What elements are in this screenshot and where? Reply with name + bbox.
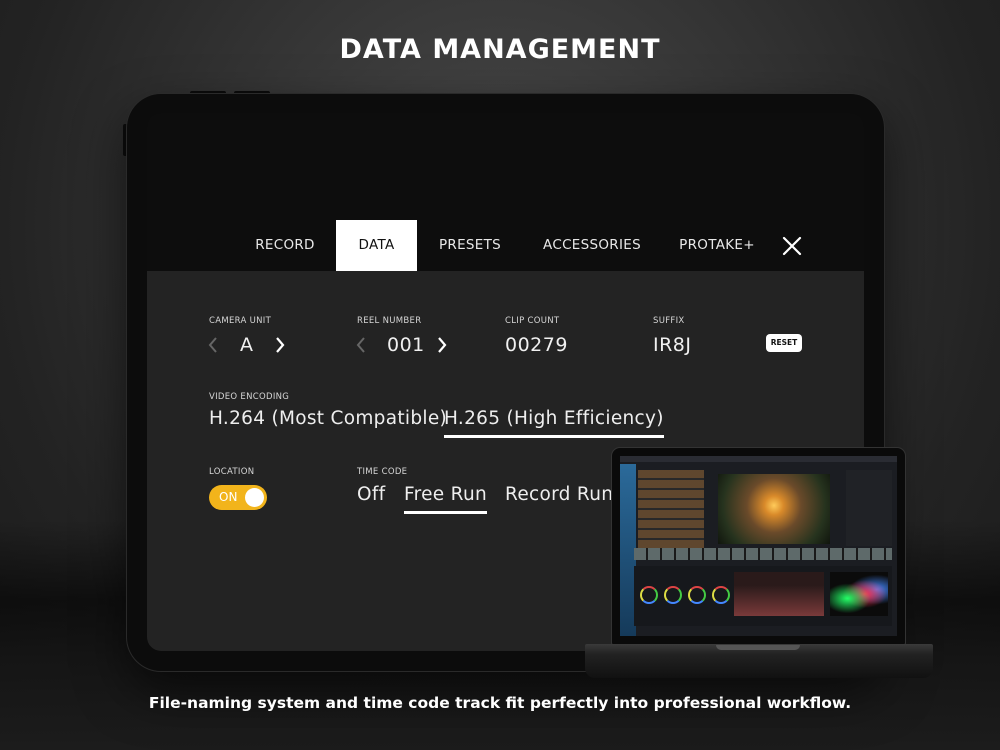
timecode-option-free-run[interactable]: Free Run: [404, 484, 488, 514]
menu-bar: [620, 456, 897, 462]
tab-data[interactable]: DATA: [336, 220, 417, 271]
encoding-option-h265[interactable]: H.265 (High Efficiency): [444, 408, 664, 438]
timeline-strip: [634, 548, 892, 560]
location-toggle-text: ON: [219, 490, 238, 504]
tab-presets[interactable]: PRESETS: [430, 220, 510, 271]
location-label: LOCATION: [209, 467, 255, 477]
color-wheel-icon: [688, 586, 706, 604]
laptop: [611, 447, 906, 645]
reset-button[interactable]: RESET: [766, 334, 802, 352]
clip-count-label: CLIP COUNT: [505, 316, 560, 326]
page-headline: DATA MANAGEMENT: [339, 34, 661, 65]
tab-bar: RECORD DATA PRESETS ACCESSORIES PROTAKE+: [147, 220, 864, 271]
camera-unit-value: A: [240, 334, 254, 356]
sunset-preview-image: [718, 474, 830, 544]
inspector-panel: [846, 470, 892, 546]
color-wheel-icon: [664, 586, 682, 604]
suffix-label: SUFFIX: [653, 316, 685, 326]
reel-number-label: REEL NUMBER: [357, 316, 422, 326]
time-code-label: TIME CODE: [357, 467, 408, 477]
chevron-left-icon[interactable]: [355, 335, 367, 355]
media-pool-thumbnails: [638, 470, 704, 550]
toggle-knob: [245, 488, 264, 507]
close-icon[interactable]: [780, 234, 804, 258]
timecode-option-record-run[interactable]: Record Run: [505, 484, 613, 505]
chevron-right-icon[interactable]: [436, 335, 448, 355]
chevron-right-icon[interactable]: [274, 335, 286, 355]
curves-graph: [734, 572, 824, 616]
camera-unit-label: CAMERA UNIT: [209, 316, 272, 326]
color-wheel-icon: [640, 586, 658, 604]
suffix-value: IR8J: [653, 334, 692, 356]
chevron-left-icon[interactable]: [207, 335, 219, 355]
location-toggle[interactable]: ON: [209, 485, 267, 510]
reel-number-value: 001: [387, 334, 425, 356]
clip-count-value: 00279: [505, 334, 568, 356]
waveform-scope: [830, 572, 888, 616]
tab-accessories[interactable]: ACCESSORIES: [537, 220, 647, 271]
page-caption: File-naming system and time code track f…: [148, 694, 852, 712]
color-panel: [634, 566, 892, 626]
laptop-notch: [716, 645, 800, 650]
timecode-option-off[interactable]: Off: [357, 484, 386, 505]
video-encoding-label: VIDEO ENCODING: [209, 392, 290, 402]
encoding-option-h264[interactable]: H.264 (Most Compatible): [209, 408, 447, 429]
tab-protake-plus[interactable]: PROTAKE+: [675, 220, 759, 271]
tab-record[interactable]: RECORD: [248, 220, 322, 271]
color-wheel-icon: [712, 586, 730, 604]
laptop-screen-editor: [620, 456, 897, 636]
